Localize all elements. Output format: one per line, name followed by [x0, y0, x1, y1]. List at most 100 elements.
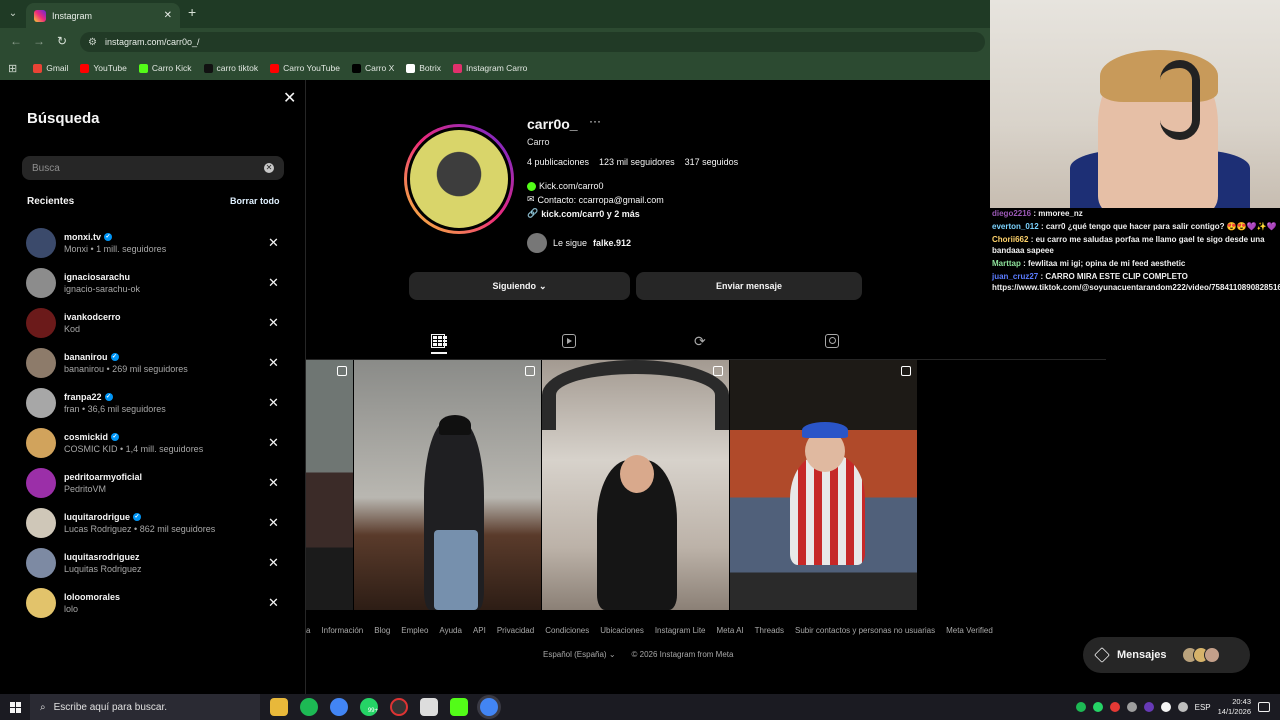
site-info-icon[interactable]: ⚙ [88, 37, 97, 48]
footer-link[interactable]: Meta AI [717, 626, 744, 635]
footer-link[interactable]: Privacidad [497, 626, 534, 635]
recent-username: luquitarodrigue [64, 512, 130, 522]
volume-icon[interactable] [1177, 702, 1188, 712]
post-thumbnail[interactable] [542, 360, 729, 610]
bookmark-item[interactable]: YouTube [80, 63, 127, 73]
remove-recent-icon[interactable]: ✕ [268, 395, 279, 411]
recent-search-item[interactable]: pedritoarmyoficial PedritoVM ✕ [26, 463, 296, 503]
footer-link[interactable]: Ubicaciones [600, 626, 644, 635]
url-field[interactable]: ⚙ instagram.com/carr0o_/ [80, 32, 985, 52]
clock[interactable]: 20:43 14/1/2026 [1218, 697, 1251, 717]
footer-link[interactable]: Empleo [401, 626, 428, 635]
forward-arrow-icon[interactable]: → [33, 34, 45, 48]
footer-link[interactable]: Condiciones [545, 626, 589, 635]
language-select[interactable]: Español (España) ⌄ [543, 650, 616, 659]
remove-recent-icon[interactable]: ✕ [268, 435, 279, 451]
footer-link[interactable]: Meta Verified [946, 626, 993, 635]
post-thumbnail[interactable] [730, 360, 917, 610]
remove-recent-icon[interactable]: ✕ [268, 555, 279, 571]
bookmark-item[interactable]: Instagram Carro [453, 63, 527, 73]
recent-search-item[interactable]: bananirou ✓ bananirou • 269 mil seguidores… [26, 343, 296, 383]
recent-search-item[interactable]: cosmickid ✓ COSMIC KID • 1,4 mill. seguido… [26, 423, 296, 463]
bio-link[interactable]: kick.com/carr0 y 2 más [541, 209, 640, 219]
tab-tagged[interactable] [825, 334, 841, 350]
recent-search-item[interactable]: franpa22 ✓ fran • 36,6 mil seguidores ✕ [26, 383, 296, 423]
browser-tab-instagram[interactable]: Instagram ✕ [26, 3, 180, 28]
recent-search-item[interactable]: monxi.tv ✓ Monxi • 1 mill. seguidores ✕ [26, 223, 296, 263]
whatsapp-icon[interactable]: 99+ [360, 698, 378, 716]
remove-recent-icon[interactable]: ✕ [268, 315, 279, 331]
tab-close-icon[interactable]: ✕ [164, 10, 172, 21]
file-explorer-icon[interactable] [270, 698, 288, 716]
footer-link[interactable]: Información [321, 626, 363, 635]
following-button[interactable]: Siguiendo ⌄ [409, 272, 630, 300]
spotify-icon[interactable] [300, 698, 318, 716]
recent-search-item[interactable]: ivankodcerro Kod ✕ [26, 303, 296, 343]
bookmark-item[interactable]: Gmail [33, 63, 68, 73]
taskbar-search-placeholder: Escribe aquí para buscar. [53, 701, 168, 713]
tab-list-button[interactable]: ⌄ [4, 5, 22, 23]
footer-link[interactable]: Ayuda [439, 626, 462, 635]
remove-recent-icon[interactable]: ✕ [268, 515, 279, 531]
chrome-active-icon[interactable] [480, 698, 498, 716]
bookmark-item[interactable]: Botrix [406, 63, 441, 73]
network-icon[interactable] [1160, 702, 1171, 712]
remove-recent-icon[interactable]: ✕ [268, 355, 279, 371]
language-indicator[interactable]: ESP [1195, 703, 1211, 712]
post-thumbnail[interactable] [306, 360, 353, 610]
bookmark-item[interactable]: Carro YouTube [270, 63, 340, 73]
calculator-icon[interactable] [420, 698, 438, 716]
spotify-tray-icon[interactable] [1075, 702, 1086, 712]
recent-username-row: loloomorales [64, 592, 120, 602]
footer-link[interactable]: Blog [374, 626, 390, 635]
messages-button[interactable]: Mensajes [1083, 637, 1250, 673]
kick-icon[interactable] [450, 698, 468, 716]
more-options-icon[interactable]: ··· [589, 114, 601, 128]
carousel-icon [713, 366, 723, 376]
bookmark-item[interactable]: Carro X [351, 63, 394, 73]
send-message-button[interactable]: Enviar mensaje [636, 272, 862, 300]
recent-search-item[interactable]: loloomorales lolo ✕ [26, 583, 296, 623]
whatsapp-tray-icon[interactable] [1092, 702, 1103, 712]
footer-link[interactable]: a [306, 626, 310, 635]
footer-link[interactable]: API [473, 626, 486, 635]
followed-by[interactable]: Le sigue falke.912 [527, 233, 631, 253]
taskbar-search[interactable]: ⌕ Escribe aquí para buscar. [30, 694, 260, 720]
apps-grid-icon[interactable]: ⊞ [8, 62, 17, 75]
remove-recent-icon[interactable]: ✕ [268, 275, 279, 291]
following-count[interactable]: 317 seguidos [685, 157, 739, 167]
footer-link[interactable]: Instagram Lite [655, 626, 706, 635]
profile-avatar[interactable] [404, 124, 514, 234]
followers-count[interactable]: 123 mil seguidores [599, 157, 675, 167]
back-arrow-icon[interactable]: ← [10, 34, 22, 48]
recent-search-item[interactable]: luquitarodrigue ✓ Lucas Rodriguez • 862 mi… [26, 503, 296, 543]
clear-all-link[interactable]: Borrar todo [230, 196, 280, 206]
clear-search-icon[interactable]: ✕ [264, 163, 274, 173]
obs-icon[interactable] [390, 698, 408, 716]
search-input[interactable] [32, 162, 264, 174]
recent-search-item[interactable]: ignaciosarachu ignacio-sarachu-ok ✕ [26, 263, 296, 303]
chrome-icon[interactable] [330, 698, 348, 716]
footer-link[interactable]: Subir contactos y personas no usuarias [795, 626, 935, 635]
tab-reels[interactable] [562, 334, 578, 350]
tray-app-icon[interactable] [1143, 702, 1154, 712]
new-tab-button[interactable]: + [188, 4, 196, 20]
tray-app-icon[interactable] [1126, 702, 1137, 712]
close-search-icon[interactable]: ✕ [283, 88, 296, 108]
chat-text: : mmoree_nz [1033, 209, 1083, 218]
remove-recent-icon[interactable]: ✕ [268, 475, 279, 491]
footer-link[interactable]: Threads [755, 626, 784, 635]
recent-heading: Recientes [27, 196, 75, 207]
tray-app-icon[interactable] [1109, 702, 1120, 712]
start-button[interactable] [0, 694, 30, 720]
bookmark-item[interactable]: carro tiktok [203, 63, 258, 73]
bookmark-item[interactable]: Carro Kick [138, 63, 192, 73]
tab-reposts[interactable]: ⟳ [694, 334, 710, 350]
reload-icon[interactable]: ↻ [57, 34, 67, 48]
notifications-icon[interactable] [1258, 702, 1270, 712]
remove-recent-icon[interactable]: ✕ [268, 595, 279, 611]
tab-posts[interactable] [431, 334, 447, 354]
post-thumbnail[interactable] [354, 360, 541, 610]
recent-search-item[interactable]: luquitasrodriguez Luquitas Rodriguez ✕ [26, 543, 296, 583]
remove-recent-icon[interactable]: ✕ [268, 235, 279, 251]
